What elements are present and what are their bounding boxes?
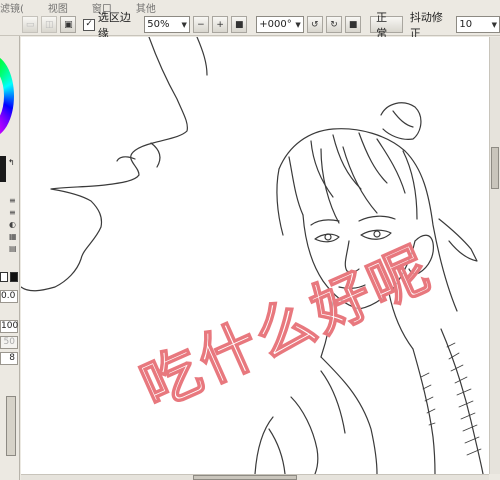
- menu-other[interactable]: 其他: [136, 0, 166, 15]
- rgb-slider-icon[interactable]: ≡: [9, 196, 19, 205]
- rotation-value: +000°: [259, 19, 292, 30]
- mini-swatches: [0, 272, 18, 282]
- zoom-value: 50%: [147, 19, 170, 30]
- swap-colors-icon[interactable]: ↰: [8, 158, 15, 167]
- left-panel-scrollbar[interactable]: [6, 396, 16, 456]
- horizontal-scrollbar[interactable]: [21, 474, 489, 480]
- hsv-slider-icon[interactable]: ≡: [9, 208, 19, 217]
- selection-edge-checkbox[interactable]: ✓: [83, 18, 95, 31]
- dropdown-arrow-icon: ▼: [295, 20, 301, 29]
- selection-icon: ▣: [64, 19, 73, 30]
- rotate-reset-button[interactable]: ■: [345, 16, 362, 33]
- deselect-icon: ▭: [25, 19, 35, 30]
- zoom-select[interactable]: 50% ▼: [144, 16, 190, 33]
- stabilizer-select[interactable]: 10 ▼: [456, 16, 500, 33]
- vertical-scroll-thumb[interactable]: [491, 147, 499, 189]
- brush-size-field[interactable]: 100: [0, 320, 18, 333]
- vertical-scrollbar[interactable]: [489, 37, 500, 474]
- stabilizer-label: 抖动修正: [409, 10, 443, 40]
- horizontal-scroll-thumb[interactable]: [193, 475, 297, 480]
- swatch-black[interactable]: [10, 272, 18, 282]
- sketch-drawing: [21, 37, 484, 474]
- minus-icon: −: [197, 19, 205, 30]
- dropdown-arrow-icon: ▼: [491, 20, 498, 29]
- mix-icon[interactable]: ◐: [9, 220, 19, 229]
- invert-icon: ◫: [44, 19, 54, 30]
- rotation-select[interactable]: +000° ▼: [256, 16, 304, 33]
- dropdown-arrow-icon: ▼: [181, 20, 187, 29]
- scratchpad-icon[interactable]: ▤: [9, 244, 19, 253]
- normal-view-button[interactable]: 正常: [370, 11, 403, 40]
- zoom-in-button[interactable]: +: [212, 16, 229, 33]
- opacity-field[interactable]: 0.0: [0, 290, 18, 303]
- foreground-color-swatch[interactable]: [0, 156, 6, 182]
- menu-filter[interactable]: 滤镜(: [0, 0, 34, 15]
- left-tool-panel: ↰ ≡ ≡ ◐ ▦ ▤ 0.0 100 50 8: [0, 36, 20, 480]
- show-selection-button[interactable]: ▣: [60, 16, 77, 33]
- reset-icon: ■: [348, 19, 358, 30]
- drawing-canvas[interactable]: [21, 37, 489, 474]
- invert-selection-button[interactable]: ◫: [41, 16, 58, 33]
- rotate-right-button[interactable]: ↻: [325, 16, 343, 33]
- swatch-icon[interactable]: ▦: [9, 232, 19, 241]
- reset-icon: ■: [234, 19, 244, 30]
- rotate-right-icon: ↻: [330, 19, 338, 30]
- rotate-left-button[interactable]: ↺: [306, 16, 323, 33]
- deselect-button[interactable]: ▭: [22, 16, 39, 33]
- selection-edge-label: 选区边缘: [97, 10, 131, 40]
- paint-app-window: 滤镜( 视图 窗口 其他 ▭ ◫ ▣ ✓ 选区边缘 50% ▼ − + ■ +0…: [0, 0, 500, 480]
- check-icon: ✓: [85, 19, 93, 29]
- rotate-left-icon: ↺: [311, 19, 319, 30]
- menu-view[interactable]: 视图: [48, 0, 78, 15]
- density-field[interactable]: 50: [0, 336, 18, 349]
- plus-icon: +: [216, 19, 224, 30]
- min-size-field[interactable]: 8: [0, 352, 18, 365]
- toolbar: ▭ ◫ ▣ ✓ 选区边缘 50% ▼ − + ■ +000° ▼ ↺ ↻ ■ 正…: [0, 11, 500, 40]
- zoom-out-button[interactable]: −: [192, 16, 210, 33]
- stabilizer-value: 10: [459, 19, 473, 30]
- color-mode-icons: ≡ ≡ ◐ ▦ ▤: [9, 196, 19, 253]
- color-wheel[interactable]: [0, 54, 14, 138]
- zoom-reset-button[interactable]: ■: [231, 16, 248, 33]
- swatch-white[interactable]: [0, 272, 8, 282]
